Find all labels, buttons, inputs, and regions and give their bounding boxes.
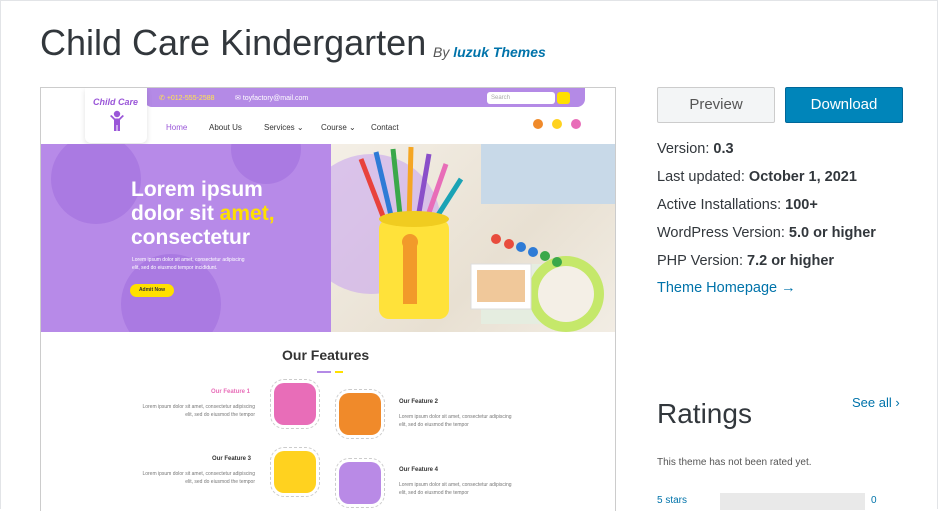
preview-nav-home: Home (166, 123, 188, 132)
feature-4-label: Our Feature 4 (399, 467, 439, 473)
feature-4-icon (339, 462, 381, 504)
chevron-right-icon: › (895, 395, 900, 410)
five-stars-link[interactable]: 5 stars (657, 495, 687, 506)
see-all-link[interactable]: See all › (852, 395, 900, 410)
preview-logo-text: Child Care (93, 97, 139, 107)
feature-3-label: Our Feature 3 (212, 456, 252, 462)
feature-2-text: Lorem ipsum dolor sit amet, consectetur … (399, 414, 512, 428)
download-button[interactable]: Download (785, 87, 903, 123)
meta-last-updated: Last updated: October 1, 2021 (657, 169, 857, 185)
theme-screenshot: ✆ +012-555-2588 ✉ toyfactory@mail.com Se… (40, 87, 616, 511)
feature-1-text: Lorem ipsum dolor sit amet, consectetur … (142, 404, 255, 418)
preview-nav-course: Course ⌄ (321, 123, 356, 132)
theme-title: Child Care Kindergarten (40, 22, 427, 63)
preview-phone: ✆ +012-555-2588 (159, 95, 215, 102)
preview-nav-services: Services ⌄ (264, 123, 304, 132)
instagram-icon (571, 119, 581, 129)
feature-3-icon (274, 451, 316, 493)
meta-version: Version: 0.3 (657, 141, 734, 157)
feature-4-text: Lorem ipsum dolor sit amet, consectetur … (399, 482, 512, 496)
facebook-icon (552, 119, 562, 129)
theme-homepage-link[interactable]: Theme Homepage → (657, 280, 796, 296)
pencils-image (301, 144, 615, 332)
feature-1-label: Our Feature 1 (211, 389, 251, 395)
preview-button[interactable]: Preview (657, 87, 775, 123)
features-divider-accent (335, 371, 343, 373)
meta-wordpress-version: WordPress Version: 5.0 or higher (657, 225, 876, 241)
child-figure-icon (110, 110, 124, 131)
ratings-heading: Ratings (657, 398, 752, 429)
preview-features-title: Our Features (282, 347, 370, 363)
no-ratings-text: This theme has not been rated yet. (657, 457, 812, 468)
author-link[interactable]: luzuk Themes (453, 44, 546, 60)
meta-php-version: PHP Version: 7.2 or higher (657, 253, 835, 269)
preview-admit-button: Admit Now (130, 284, 174, 297)
feature-2-icon (339, 393, 381, 435)
features-divider (317, 371, 331, 373)
preview-email: ✉ toyfactory@mail.com (235, 95, 309, 102)
feature-1-icon (274, 383, 316, 425)
preview-hero: Lorem ipsum dolor sit amet, consectetur … (41, 144, 615, 332)
by-label: By (433, 44, 450, 60)
preview-hero-heading: Lorem ipsum dolor sit amet, consectetur (131, 178, 275, 249)
meta-active-installs: Active Installations: 100+ (657, 197, 818, 213)
preview-search: Search (487, 92, 555, 104)
pencil-cup-photo (301, 144, 615, 332)
preview-nav-about: About Us (209, 123, 242, 132)
feature-3-text: Lorem ipsum dolor sit amet, consectetur … (142, 471, 255, 485)
theme-byline: By luzuk Themes (433, 44, 546, 60)
five-stars-bar (720, 493, 865, 510)
twitter-icon (533, 119, 543, 129)
preview-search-icon (557, 92, 570, 104)
preview-hero-text: Lorem ipsum dolor sit amet, consectetur … (132, 257, 245, 271)
five-stars-count: 0 (871, 495, 877, 506)
feature-2-label: Our Feature 2 (399, 399, 439, 405)
preview-nav-contact: Contact (371, 123, 399, 132)
preview-logo: Child Care (85, 88, 147, 143)
